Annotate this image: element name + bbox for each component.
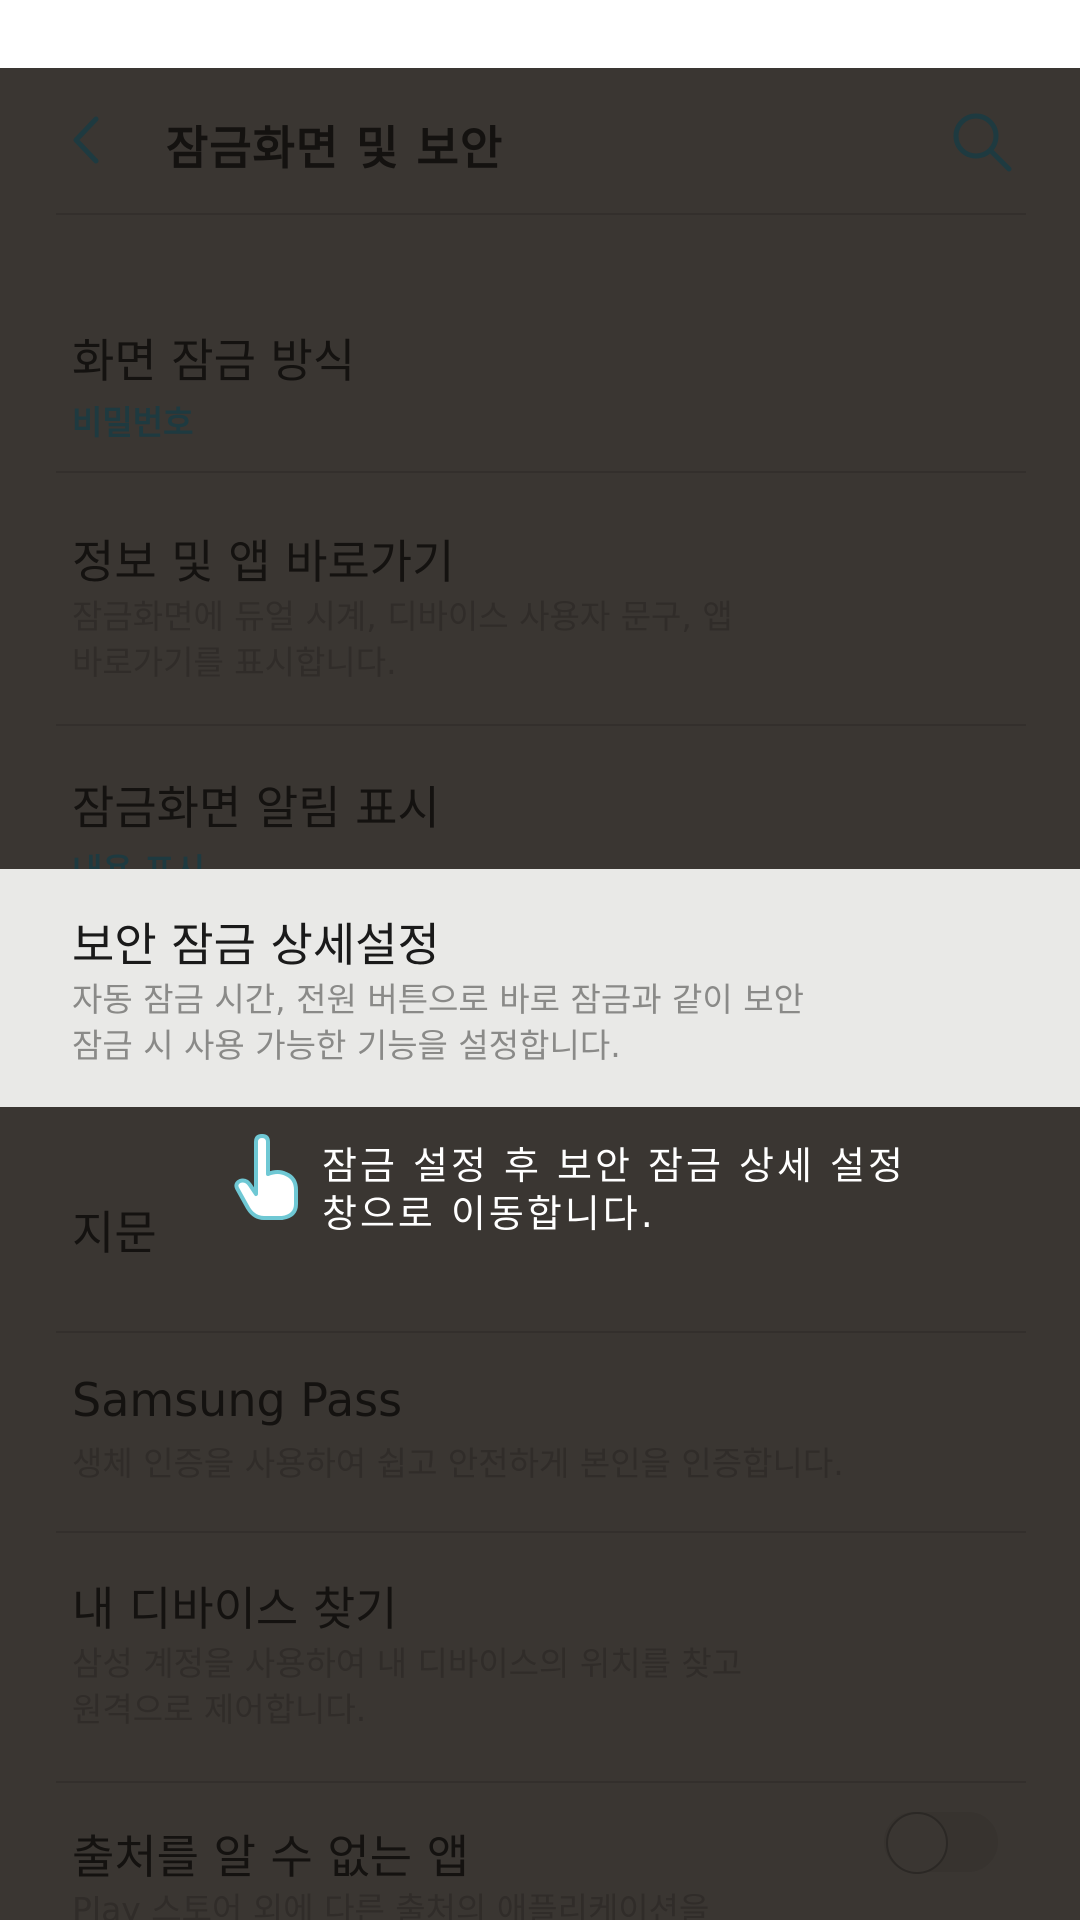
- search-icon: [953, 113, 1012, 172]
- item-title: 화면 잠금 방식: [72, 334, 356, 388]
- item-description: 삼성 계정을 사용하여 내 디바이스의 위치를 찾고 원격으로 제어합니다.: [72, 1644, 743, 1729]
- screen: 잠금화면 및 보안 화면 잠금 방식 비밀번호 정보 및 앱 바로가기 잠금화면…: [0, 0, 1080, 1920]
- page-title: 잠금화면 및 보안: [166, 121, 504, 175]
- item-description: 잠금화면에 듀얼 시계, 디바이스 사용자 문구, 앱 바로가기를 표시합니다.: [72, 597, 733, 682]
- list-item-screen-lock-type[interactable]: 화면 잠금 방식 비밀번호: [0, 213, 1080, 471]
- item-title: 잠금화면 알림 표시: [72, 781, 440, 835]
- search-button[interactable]: [950, 110, 1014, 174]
- item-title: 정보 및 앱 바로가기: [72, 535, 455, 589]
- callout-text: 잠금 설정 후 보안 잠금 상세 설정 창으로 이동합니다.: [322, 1144, 906, 1236]
- item-title: 보안 잠금 상세설정: [72, 918, 440, 972]
- list-item-secure-lock-settings[interactable]: 보안 잠금 상세설정 자동 잠금 시간, 전원 버튼으로 바로 잠금과 같이 보…: [0, 869, 1080, 1107]
- list-item-info-app-shortcuts[interactable]: 정보 및 앱 바로가기 잠금화면에 듀얼 시계, 디바이스 사용자 문구, 앱 …: [0, 471, 1080, 724]
- item-title: 출처를 알 수 없는 앱: [72, 1830, 470, 1884]
- item-description: Play 스토어 외에 다른 출처의 애플리케이션을 설치할 수 있도록 허용합…: [72, 1890, 710, 1920]
- item-subtitle: 비밀번호: [72, 403, 194, 442]
- app-bar: 잠금화면 및 보안: [0, 68, 1080, 213]
- list-item-lockscreen-notifications[interactable]: 잠금화면 알림 표시 내용 표시: [0, 724, 1080, 890]
- status-bar: [0, 0, 1080, 68]
- item-title: Samsung Pass: [72, 1373, 403, 1427]
- chevron-left-icon: [73, 116, 99, 164]
- tap-hand-icon: [234, 1134, 304, 1220]
- item-description: 자동 잠금 시간, 전원 버튼으로 바로 잠금과 같이 보안 잠금 시 사용 가…: [72, 980, 804, 1065]
- back-button[interactable]: [56, 110, 116, 170]
- list-item-samsung-pass[interactable]: Samsung Pass 생체 인증을 사용하여 쉽고 안전하게 본인을 인증합…: [0, 1331, 1080, 1531]
- item-description: 생체 인증을 사용하여 쉽고 안전하게 본인을 인증합니다.: [72, 1444, 844, 1483]
- item-title: 지문: [72, 1206, 157, 1260]
- item-title: 내 디바이스 찾기: [72, 1582, 398, 1636]
- unknown-sources-toggle[interactable]: [884, 1812, 998, 1874]
- settings-page: 잠금화면 및 보안 화면 잠금 방식 비밀번호 정보 및 앱 바로가기 잠금화면…: [0, 68, 1080, 1920]
- list-item-find-my-device[interactable]: 내 디바이스 찾기 삼성 계정을 사용하여 내 디바이스의 위치를 찾고 원격으…: [0, 1531, 1080, 1781]
- toggle-knob: [886, 1812, 948, 1874]
